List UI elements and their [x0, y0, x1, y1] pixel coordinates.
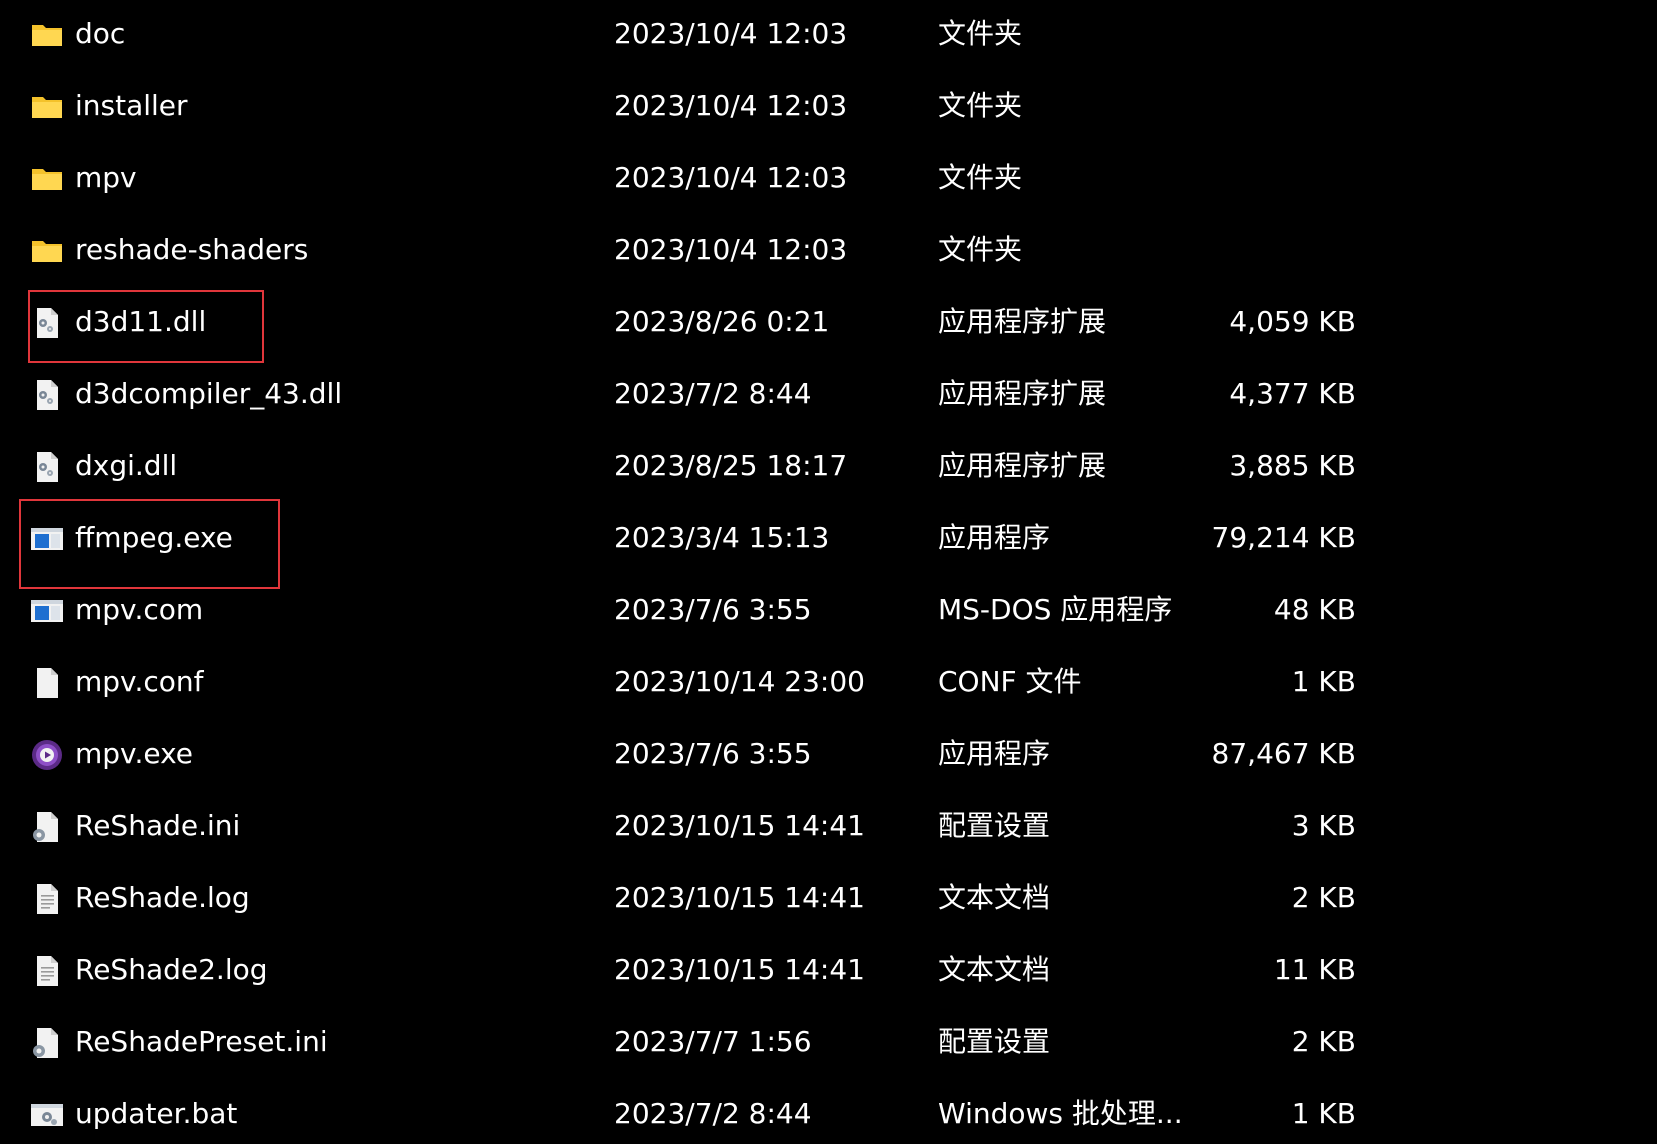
file-row-ffmpeg-exe[interactable]: ffmpeg.exe 2023/3/4 15:13 应用程序 79,214 KB: [0, 504, 1657, 576]
file-type: 应用程序扩展: [938, 449, 1107, 482]
file-type: 应用程序扩展: [938, 377, 1107, 410]
file-size: 4,059 KB: [1229, 305, 1356, 338]
file-date: 2023/10/4 12:03: [614, 161, 848, 194]
dll-file-icon: [30, 306, 64, 340]
file-type: 文件夹: [938, 17, 1023, 50]
file-row-installer[interactable]: installer 2023/10/4 12:03 文件夹: [0, 72, 1657, 144]
exe-window-icon: [30, 594, 64, 628]
dll-file-icon: [30, 450, 64, 484]
folder-icon: [30, 90, 64, 124]
file-size: 2 KB: [1291, 1025, 1356, 1058]
folder-icon: [30, 162, 64, 196]
file-row-updater-bat[interactable]: updater.bat 2023/7/2 8:44 Windows 批处理...…: [0, 1080, 1657, 1144]
file-date: 2023/10/4 12:03: [614, 89, 848, 122]
file-row-doc[interactable]: doc 2023/10/4 12:03 文件夹: [0, 0, 1657, 72]
file-name: mpv: [75, 161, 137, 194]
file-row-reshade2-log[interactable]: ReShade2.log 2023/10/15 14:41 文本文档 11 KB: [0, 936, 1657, 1008]
file-row-d3d11-dll[interactable]: d3d11.dll 2023/8/26 0:21 应用程序扩展 4,059 KB: [0, 288, 1657, 360]
file-row-mpv-conf[interactable]: mpv.conf 2023/10/14 23:00 CONF 文件 1 KB: [0, 648, 1657, 720]
file-type: MS-DOS 应用程序: [938, 593, 1173, 626]
file-row-reshadepreset-ini[interactable]: ReShadePreset.ini 2023/7/7 1:56 配置设置 2 K…: [0, 1008, 1657, 1080]
file-date: 2023/8/25 18:17: [614, 449, 848, 482]
file-type: 应用程序扩展: [938, 305, 1107, 338]
file-row-d3dcompiler-43-dll[interactable]: d3dcompiler_43.dll 2023/7/2 8:44 应用程序扩展 …: [0, 360, 1657, 432]
file-type: Windows 批处理...: [938, 1097, 1183, 1130]
exe-window-icon: [30, 522, 64, 556]
file-size: 79,214 KB: [1211, 521, 1356, 554]
file-type: 文本文档: [938, 953, 1051, 986]
file-name: d3d11.dll: [75, 305, 207, 338]
file-name: mpv.exe: [75, 737, 194, 770]
file-type: 配置设置: [938, 809, 1051, 842]
file-name: updater.bat: [75, 1097, 238, 1130]
batch-file-icon: [30, 1098, 64, 1132]
file-date: 2023/10/4 12:03: [614, 233, 848, 266]
file-row-mpv[interactable]: mpv 2023/10/4 12:03 文件夹: [0, 144, 1657, 216]
file-date: 2023/7/7 1:56: [614, 1025, 812, 1058]
file-type: 应用程序: [938, 521, 1051, 554]
file-list: doc 2023/10/4 12:03 文件夹 installer 2023/1…: [0, 0, 1657, 1144]
file-date: 2023/3/4 15:13: [614, 521, 830, 554]
file-size: 1 KB: [1291, 1097, 1356, 1130]
file-name: ReShadePreset.ini: [75, 1025, 328, 1058]
file-size: 11 KB: [1273, 953, 1356, 986]
file-size: 4,377 KB: [1229, 377, 1356, 410]
file-size: 3,885 KB: [1229, 449, 1356, 482]
file-date: 2023/7/6 3:55: [614, 737, 812, 770]
text-file-icon: [30, 954, 64, 988]
mpv-player-icon: [30, 738, 64, 772]
file-name: ffmpeg.exe: [75, 521, 233, 554]
file-date: 2023/10/15 14:41: [614, 809, 865, 842]
file-row-reshade-shaders[interactable]: reshade-shaders 2023/10/4 12:03 文件夹: [0, 216, 1657, 288]
file-row-mpv-exe[interactable]: mpv.exe 2023/7/6 3:55 应用程序 87,467 KB: [0, 720, 1657, 792]
file-name: reshade-shaders: [75, 233, 309, 266]
file-row-reshade-log[interactable]: ReShade.log 2023/10/15 14:41 文本文档 2 KB: [0, 864, 1657, 936]
file-type: 文件夹: [938, 161, 1023, 194]
settings-file-icon: [30, 810, 64, 844]
file-name: installer: [75, 89, 188, 122]
file-size: 3 KB: [1291, 809, 1356, 842]
file-row-dxgi-dll[interactable]: dxgi.dll 2023/8/25 18:17 应用程序扩展 3,885 KB: [0, 432, 1657, 504]
file-name: ReShade.ini: [75, 809, 241, 842]
file-type: 文件夹: [938, 233, 1023, 266]
file-date: 2023/10/4 12:03: [614, 17, 848, 50]
folder-icon: [30, 18, 64, 52]
file-date: 2023/7/6 3:55: [614, 593, 812, 626]
settings-file-icon: [30, 1026, 64, 1060]
file-date: 2023/7/2 8:44: [614, 1097, 812, 1130]
file-type: 应用程序: [938, 737, 1051, 770]
file-name: d3dcompiler_43.dll: [75, 377, 343, 410]
file-name: mpv.com: [75, 593, 204, 626]
file-name: dxgi.dll: [75, 449, 178, 482]
file-date: 2023/10/14 23:00: [614, 665, 865, 698]
blank-file-icon: [30, 666, 64, 700]
file-date: 2023/8/26 0:21: [614, 305, 830, 338]
file-name: ReShade.log: [75, 881, 250, 914]
file-date: 2023/7/2 8:44: [614, 377, 812, 410]
file-type: 配置设置: [938, 1025, 1051, 1058]
file-name: mpv.conf: [75, 665, 204, 698]
file-size: 1 KB: [1291, 665, 1356, 698]
file-date: 2023/10/15 14:41: [614, 953, 865, 986]
file-date: 2023/10/15 14:41: [614, 881, 865, 914]
file-row-reshade-ini[interactable]: ReShade.ini 2023/10/15 14:41 配置设置 3 KB: [0, 792, 1657, 864]
file-row-mpv-com[interactable]: mpv.com 2023/7/6 3:55 MS-DOS 应用程序 48 KB: [0, 576, 1657, 648]
folder-icon: [30, 234, 64, 268]
file-name: doc: [75, 17, 126, 50]
file-name: ReShade2.log: [75, 953, 268, 986]
file-size: 2 KB: [1291, 881, 1356, 914]
file-type: 文件夹: [938, 89, 1023, 122]
text-file-icon: [30, 882, 64, 916]
file-type: 文本文档: [938, 881, 1051, 914]
file-size: 87,467 KB: [1211, 737, 1356, 770]
file-type: CONF 文件: [938, 665, 1082, 698]
dll-file-icon: [30, 378, 64, 412]
file-size: 48 KB: [1273, 593, 1356, 626]
